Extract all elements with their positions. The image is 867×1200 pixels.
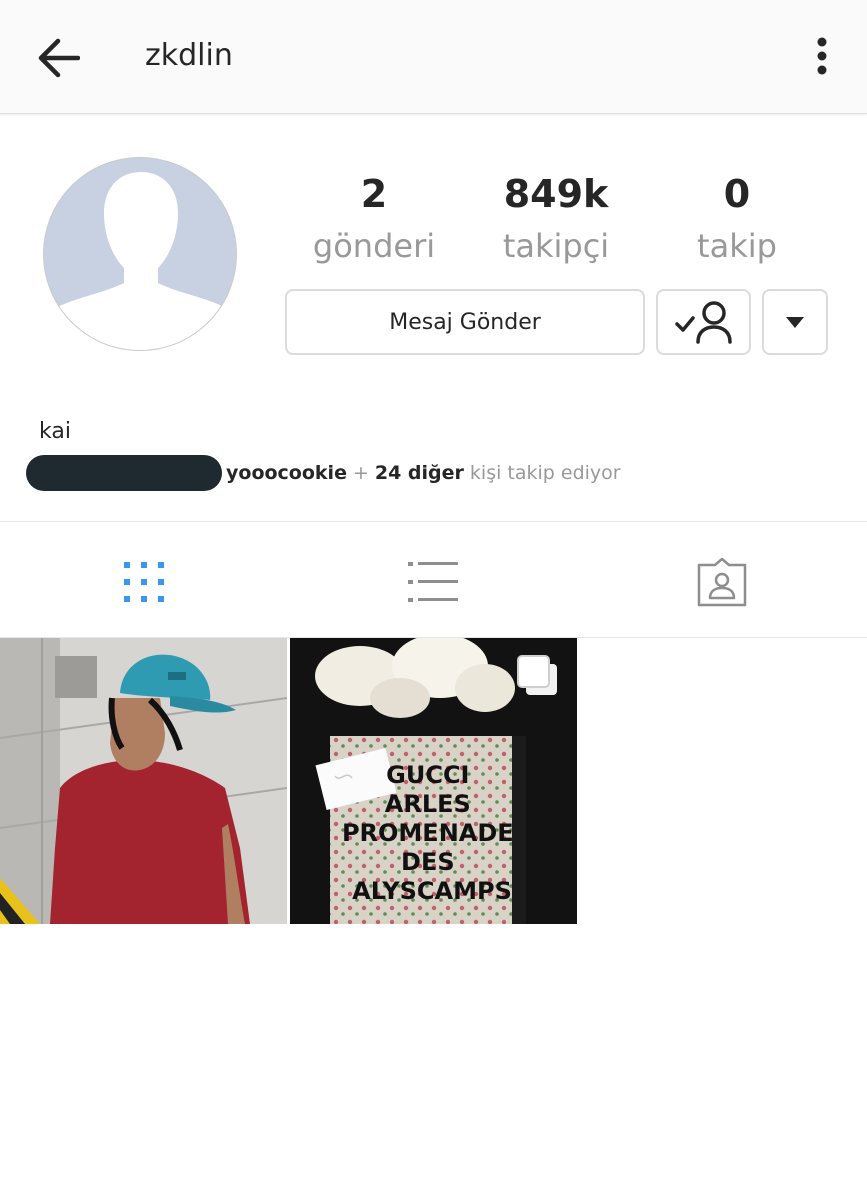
book-caption-line-1: GUCCI [386,761,469,789]
top-bar: zkdlin [0,0,867,114]
redacted-username [26,455,222,491]
book-caption-line-3: PROMENADE [342,819,514,847]
followed-by-count[interactable]: 24 diğer [375,462,464,484]
back-button[interactable] [32,34,84,82]
profile-tabs [0,521,867,638]
followed-by-row[interactable]: yooocookie + 24 diğer kişi takip ediyor [26,455,621,491]
tagged-icon [697,557,747,607]
posts-count: 2 [360,172,388,216]
following-label: takip [697,227,777,265]
tab-tagged[interactable] [692,552,752,612]
post-thumbnail-1[interactable] [0,638,287,924]
profile-display-name: kai [39,419,71,444]
book-caption-line-5: ALYSCAMPS [352,877,512,905]
followed-by-plus: + [352,462,369,484]
following-count: 0 [723,172,751,216]
tab-list[interactable] [403,552,463,612]
post-image-person [0,638,287,924]
followers-count: 849k [503,172,609,216]
more-options-button[interactable] [800,32,844,80]
book-caption-line-4: DES [401,848,455,876]
stat-followers[interactable]: 849k takipçi [466,168,646,270]
followed-by-text: kişi takip ediyor [469,462,621,484]
posts-label: gönderi [312,227,436,265]
arrow-left-icon [38,38,80,78]
stat-following[interactable]: 0 takip [647,168,827,270]
followers-label: takipçi [502,227,610,265]
grid-icon [124,562,164,602]
user-check-icon [674,301,732,344]
post-image-book: GUCCI ARLES PROMENADE DES ALYSCAMPS [290,638,577,924]
following-button[interactable] [656,289,751,355]
stat-posts[interactable]: 2 gönderi [284,168,464,270]
profile-avatar[interactable] [43,157,237,351]
suggestions-dropdown-button[interactable] [762,289,828,355]
tab-grid[interactable] [114,552,174,612]
book-caption-line-2: ARLES [385,790,471,818]
caret-down-icon [786,317,804,328]
default-avatar-icon [44,158,236,350]
post-thumbnail-2[interactable]: GUCCI ARLES PROMENADE DES ALYSCAMPS [290,638,577,924]
send-message-button[interactable]: Mesaj Gönder [285,289,645,355]
list-icon [408,562,458,602]
profile-username: zkdlin [145,38,233,73]
followed-by-user[interactable]: yooocookie [226,462,347,484]
more-vertical-icon [817,37,827,75]
